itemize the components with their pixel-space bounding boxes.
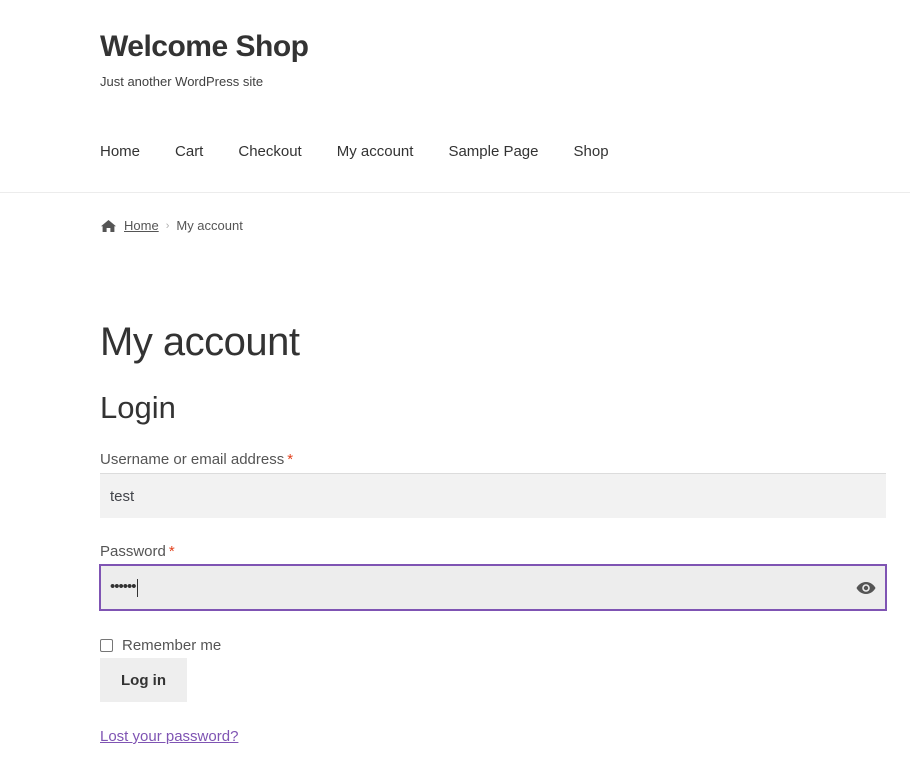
nav-item-my-account[interactable]: My account — [337, 143, 414, 160]
breadcrumb-separator: › — [165, 219, 170, 232]
username-input[interactable]: test — [100, 473, 886, 518]
remember-me-checkbox[interactable] — [100, 639, 113, 652]
nav-item-cart[interactable]: Cart — [175, 143, 203, 160]
username-label: Username or email address * — [100, 451, 293, 468]
required-marker: * — [287, 451, 294, 468]
password-label: Password * — [100, 543, 175, 560]
text-caret — [136, 578, 138, 597]
password-value: •••••• — [110, 578, 856, 597]
log-in-button[interactable]: Log in — [100, 658, 187, 702]
remember-me-label[interactable]: Remember me — [122, 637, 221, 654]
breadcrumb-current: My account — [176, 218, 243, 233]
home-icon — [100, 219, 117, 233]
password-label-text: Password — [100, 543, 166, 560]
eye-icon[interactable] — [856, 581, 876, 595]
nav-item-home[interactable]: Home — [100, 143, 140, 160]
breadcrumb: Home › My account — [100, 218, 243, 233]
nav-item-shop[interactable]: Shop — [574, 143, 609, 160]
lost-password-link[interactable]: Lost your password? — [100, 728, 238, 745]
breadcrumb-home-link[interactable]: Home — [124, 218, 159, 233]
primary-navigation: Home Cart Checkout My account Sample Pag… — [100, 143, 644, 160]
username-label-text: Username or email address — [100, 451, 285, 468]
header-divider — [0, 192, 910, 193]
login-heading: Login — [100, 390, 176, 425]
remember-me-row: Remember me — [100, 637, 221, 654]
required-marker: * — [168, 543, 175, 560]
password-dots: •••••• — [110, 578, 136, 596]
nav-item-checkout[interactable]: Checkout — [238, 143, 301, 160]
site-title[interactable]: Welcome Shop — [100, 30, 309, 64]
nav-item-sample-page[interactable]: Sample Page — [448, 143, 538, 160]
site-tagline: Just another WordPress site — [100, 74, 264, 89]
page-title: My account — [100, 320, 300, 364]
password-input[interactable]: •••••• — [99, 564, 887, 611]
